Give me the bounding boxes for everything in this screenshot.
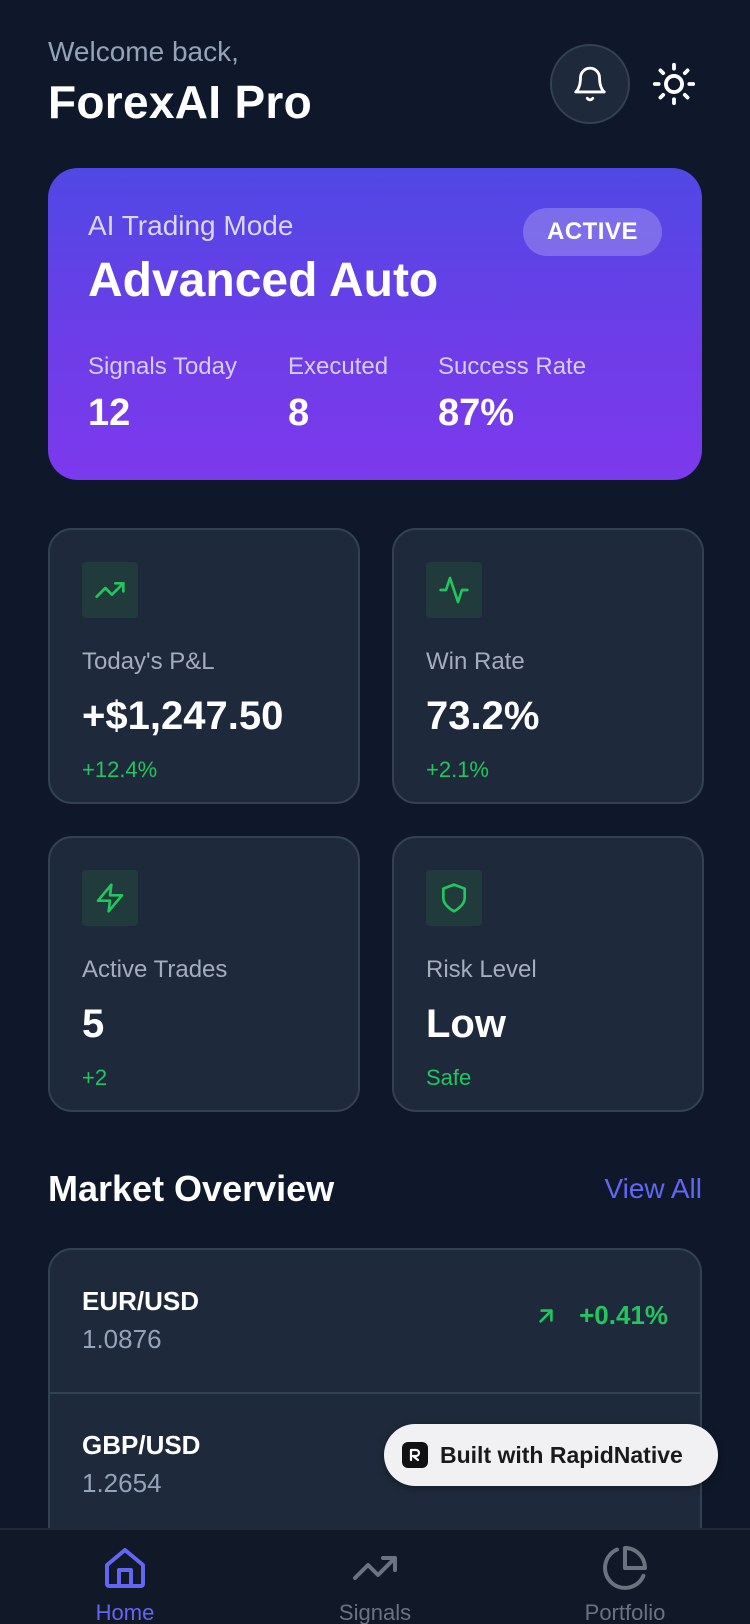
stat-icon-box bbox=[82, 870, 138, 926]
sun-icon bbox=[652, 62, 696, 106]
notifications-button[interactable] bbox=[550, 44, 630, 124]
stat-change: Safe bbox=[426, 1065, 472, 1090]
arrow-up-right-icon bbox=[539, 1308, 553, 1323]
tab-label: Portfolio bbox=[584, 1600, 666, 1624]
pair-change-group: +0.41% bbox=[533, 1300, 668, 1331]
theme-toggle-button[interactable] bbox=[646, 56, 702, 112]
view-all-link[interactable]: View All bbox=[604, 1170, 702, 1208]
tab-portfolio[interactable]: Portfolio bbox=[535, 1544, 715, 1624]
built-with-text: Built with RapidNative bbox=[440, 1441, 683, 1468]
home-icon bbox=[105, 1548, 145, 1588]
mode-stat-label: Executed bbox=[288, 353, 389, 380]
mode-name: Advanced Auto bbox=[88, 254, 439, 307]
stat-label: Active Trades bbox=[82, 956, 228, 983]
stat-card-risk-level[interactable]: Risk Level Low Safe bbox=[392, 836, 704, 1112]
pie-chart-icon bbox=[603, 1546, 647, 1590]
mode-stat-label: Success Rate bbox=[438, 353, 587, 380]
header: Welcome back, ForexAI Pro bbox=[48, 34, 702, 134]
market-row-eur-usd[interactable]: EUR/USD 1.0876 +0.41% bbox=[50, 1250, 700, 1394]
bottom-tab-bar: Home Signals Portfolio bbox=[0, 1528, 750, 1624]
mode-stat-signals: Signals Today 12 bbox=[88, 352, 237, 436]
stat-icon-box bbox=[426, 562, 482, 618]
stat-label: Today's P&L bbox=[82, 648, 215, 675]
market-overview-title: Market Overview bbox=[48, 1168, 335, 1209]
pair-change: +0.41% bbox=[579, 1300, 668, 1330]
tab-home[interactable]: Home bbox=[35, 1544, 215, 1624]
zap-icon bbox=[96, 883, 124, 913]
stat-label: Risk Level bbox=[426, 956, 537, 983]
stat-change: +2.1% bbox=[426, 757, 489, 782]
trending-up-icon bbox=[353, 1556, 397, 1580]
stat-icon-box bbox=[82, 562, 138, 618]
shield-icon bbox=[442, 883, 466, 913]
stat-value: Low bbox=[426, 1002, 506, 1046]
ai-trading-mode-card[interactable]: AI Trading Mode Advanced Auto ACTIVE Sig… bbox=[48, 168, 702, 480]
mode-stat-value: 87% bbox=[438, 392, 515, 434]
stat-value: +$1,247.50 bbox=[82, 694, 284, 738]
tab-label: Home bbox=[95, 1600, 155, 1624]
mode-stat-label: Signals Today bbox=[88, 353, 237, 380]
stat-value: 73.2% bbox=[426, 694, 540, 738]
mode-stat-success-rate: Success Rate 87% bbox=[438, 352, 586, 436]
stat-label: Win Rate bbox=[426, 648, 525, 675]
trending-up-icon bbox=[95, 582, 125, 598]
rapidnative-logo-icon bbox=[402, 1442, 428, 1468]
activity-icon bbox=[439, 576, 469, 604]
stat-card-win-rate[interactable]: Win Rate 73.2% +2.1% bbox=[392, 528, 704, 804]
stat-card-active-trades[interactable]: Active Trades 5 +2 bbox=[48, 836, 360, 1112]
mode-stat-executed: Executed 8 bbox=[288, 352, 388, 436]
status-badge: ACTIVE bbox=[522, 208, 662, 256]
stat-change: +12.4% bbox=[82, 757, 158, 782]
mode-stat-value: 12 bbox=[88, 392, 131, 434]
bell-icon bbox=[574, 66, 606, 102]
tab-label: Signals bbox=[338, 1600, 412, 1624]
stat-change: +2 bbox=[82, 1065, 108, 1090]
stat-card-pnl[interactable]: Today's P&L +$1,247.50 +12.4% bbox=[48, 528, 360, 804]
mode-stat-value: 8 bbox=[288, 392, 310, 434]
stat-value: 5 bbox=[82, 1002, 105, 1046]
tab-signals[interactable]: Signals bbox=[285, 1544, 465, 1624]
built-with-badge[interactable]: Built with RapidNative bbox=[384, 1424, 718, 1486]
stat-icon-box bbox=[426, 870, 482, 926]
